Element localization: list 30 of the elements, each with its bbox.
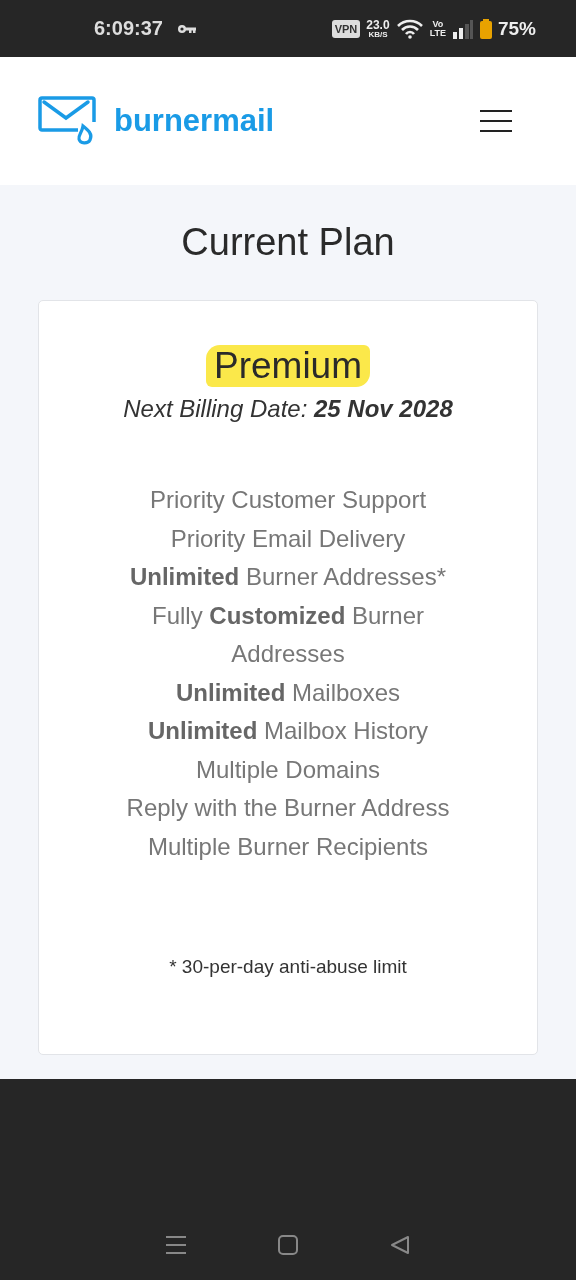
menu-button[interactable] bbox=[480, 109, 512, 133]
feature-text: Fully Customized Burner Addresses bbox=[150, 600, 426, 669]
feature-text: Multiple Burner Recipients bbox=[147, 831, 429, 862]
feature-text: Priority Customer Support bbox=[149, 485, 427, 515]
key-icon bbox=[176, 23, 197, 34]
page-title: Current Plan bbox=[181, 221, 395, 264]
footnote: * 30-per-day anti-abuse limit bbox=[169, 956, 407, 978]
billing-date: 25 Nov 2028 bbox=[314, 395, 453, 422]
back-icon[interactable] bbox=[389, 1234, 411, 1256]
recent-apps-icon[interactable] bbox=[165, 1234, 187, 1256]
network-speed: 23.0 bbox=[366, 18, 390, 31]
feature-text: Priority Email Delivery bbox=[170, 523, 406, 554]
plan-name: Premium bbox=[206, 345, 370, 387]
wifi-icon bbox=[395, 18, 424, 39]
feature-text: Unlimited Mailbox History bbox=[147, 716, 429, 746]
lte-label: LTE bbox=[429, 28, 446, 38]
feature-text: Multiple Domains bbox=[195, 754, 381, 785]
battery-percent: 75% bbox=[497, 17, 536, 40]
feature-text: Unlimited Mailboxes bbox=[175, 677, 401, 708]
clock: 6:09:37 bbox=[94, 17, 163, 40]
volte-label: Vo bbox=[432, 19, 444, 29]
home-icon[interactable] bbox=[277, 1234, 299, 1256]
feature-text: Reply with the Burner Address bbox=[126, 793, 450, 823]
billing-label: Next Billing Date: bbox=[123, 395, 308, 422]
brand-name[interactable]: burnermail bbox=[114, 103, 275, 139]
speed-unit: KB/S bbox=[368, 30, 388, 39]
vpn-badge: VPN bbox=[331, 19, 361, 38]
signal-icon bbox=[451, 18, 474, 39]
feature-text: Unlimited Burner Addresses* bbox=[129, 562, 447, 592]
battery-icon bbox=[479, 18, 492, 39]
